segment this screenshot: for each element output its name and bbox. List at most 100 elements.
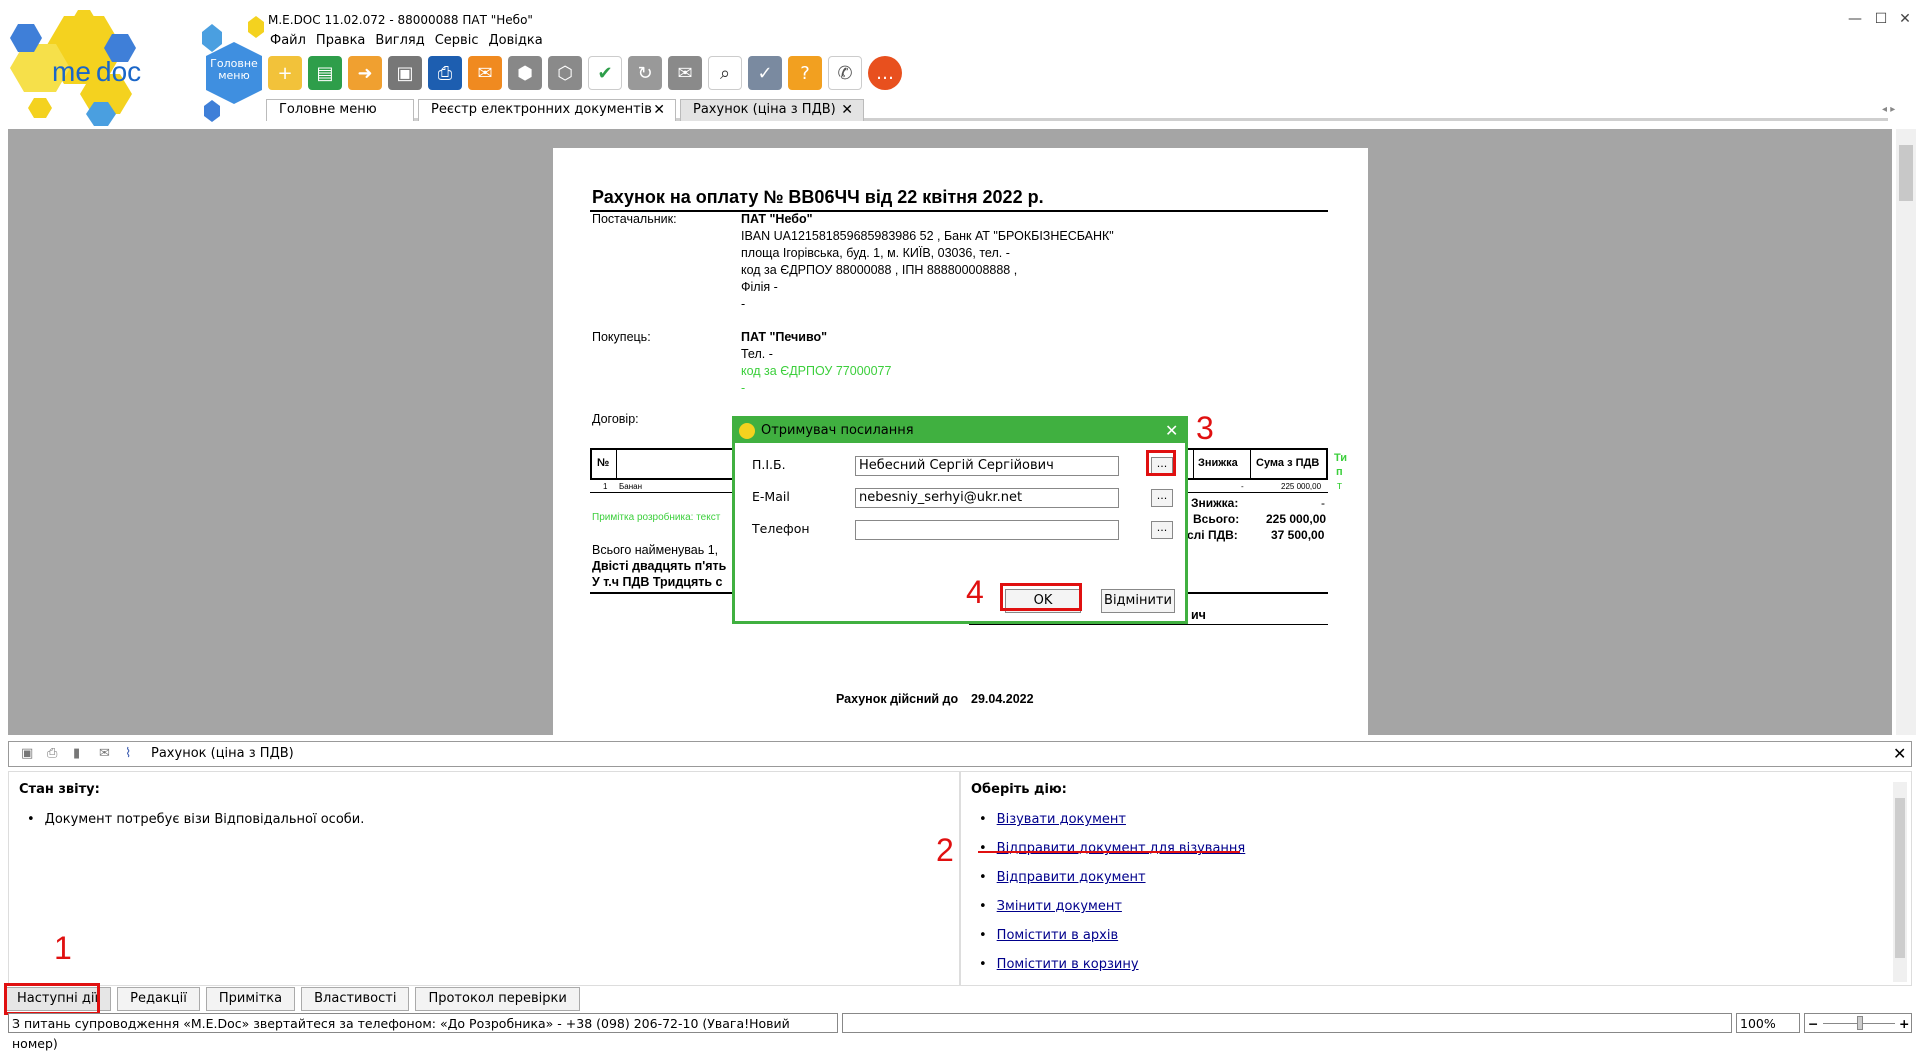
sign-icon[interactable]: ✔	[588, 56, 622, 90]
copy-icon[interactable]: ▤	[308, 56, 342, 90]
panel-print-icon[interactable]: ⎙	[47, 742, 57, 766]
window-title: M.E.DOC 11.02.072 - 88000088 ПАТ "Небо"	[268, 13, 533, 27]
table-row-no: 1	[603, 482, 608, 491]
signature-line	[969, 624, 1328, 625]
tab-main-menu[interactable]: Головне меню	[266, 99, 414, 121]
action-send-for-approval[interactable]: Відправити документ для візування	[997, 841, 1246, 870]
logo-text-doc: doc	[96, 56, 142, 87]
valid-until-date: 29.04.2022	[971, 692, 1034, 706]
dialog-close-icon[interactable]: ✕	[1165, 419, 1178, 443]
security-icon[interactable]: ✓	[748, 56, 782, 90]
tab-scroll-arrows[interactable]: ◂ ▸	[1882, 104, 1895, 115]
find-icon[interactable]: ⬡	[548, 56, 582, 90]
tab-registry[interactable]: Реєстр електронних документів ✕	[418, 99, 676, 121]
panel-export-icon[interactable]: ✉	[99, 742, 110, 766]
name-label: П.І.Б.	[752, 457, 786, 472]
recipient-dialog: Отримувач посилання ✕ П.І.Б. Небесний Се…	[732, 416, 1188, 624]
attachment-icon[interactable]: ⌇	[125, 742, 131, 766]
action-edit[interactable]: Змінити документ	[997, 899, 1122, 928]
action-trash[interactable]: Помістити в корзину	[997, 957, 1139, 986]
menu-edit[interactable]: Правка	[316, 32, 365, 50]
highlight-ok	[1000, 583, 1082, 611]
help-icon[interactable]: ?	[788, 56, 822, 90]
vat-label: слі ПДВ:	[1187, 528, 1238, 542]
main-menu-button[interactable]: Головне меню	[196, 14, 272, 129]
valid-until-label: Рахунок дійсний до	[836, 692, 959, 706]
annotation-1: 1	[54, 930, 72, 966]
tab-note[interactable]: Примітка	[205, 987, 296, 1011]
mail-icon[interactable]: ✉	[668, 56, 702, 90]
buyer-dash: -	[741, 381, 746, 395]
developer-note: Примітка розробника: текст	[592, 512, 721, 523]
supplier-line: IBAN UA121581859685983986 52 , Банк АТ "…	[741, 229, 1114, 243]
action-approve[interactable]: Візувати документ	[997, 812, 1126, 841]
logo-text-me: me	[52, 56, 91, 87]
tab-close-icon[interactable]: ✕	[841, 100, 853, 120]
bullet-icon: •	[979, 841, 987, 856]
archive-icon[interactable]: ▣	[388, 56, 422, 90]
refresh-icon[interactable]: ↻	[628, 56, 662, 90]
name-field[interactable]: Небесний Сергій Сергійович	[855, 456, 1119, 476]
tab-check-log[interactable]: Протокол перевірки	[415, 987, 580, 1011]
export-icon[interactable]: ➜	[348, 56, 382, 90]
document-scrollbar[interactable]	[1896, 129, 1916, 735]
action-archive[interactable]: Помістити в архів	[997, 928, 1118, 957]
status-panel: Стан звіту: • Документ потребує візи Від…	[8, 771, 960, 986]
tab-label: Рахунок (ціна з ПДВ)	[693, 102, 836, 117]
col-divider	[616, 448, 617, 480]
col-divider	[1193, 448, 1194, 480]
panel-save-icon[interactable]: ▮	[73, 742, 80, 766]
zoom-thumb[interactable]	[1857, 1016, 1863, 1030]
bullet-icon: •	[979, 812, 987, 827]
highlight-next-actions	[4, 983, 100, 1015]
tab-label: Головне меню	[279, 102, 377, 117]
tab-invoice[interactable]: Рахунок (ціна з ПДВ) ✕	[680, 99, 864, 121]
email-browse-button[interactable]: ...	[1151, 489, 1173, 507]
actions-scrollbar[interactable]	[1893, 782, 1907, 982]
phone-field[interactable]	[855, 520, 1119, 540]
tab-close-icon[interactable]: ✕	[653, 100, 665, 120]
zoom-minus-button[interactable]: −	[1808, 1014, 1818, 1034]
contract-label: Договір:	[592, 412, 639, 426]
print-icon[interactable]: ⎙	[428, 56, 462, 90]
phone-browse-button[interactable]: ...	[1151, 521, 1173, 539]
panel-header: ▣ ⎙ ▮ ✉ ⌇ Рахунок (ціна з ПДВ) ✕	[8, 741, 1912, 767]
close-window-button[interactable]: ✕	[1890, 10, 1920, 30]
menu-service[interactable]: Сервіс	[435, 32, 479, 50]
menu-file[interactable]: Файл	[270, 32, 306, 50]
bullet-icon: •	[27, 812, 35, 827]
annotation-3: 3	[1196, 410, 1214, 446]
zoom-slider[interactable]: − +	[1804, 1013, 1912, 1033]
table-col-sum: Сума з ПДВ	[1256, 457, 1320, 469]
send-icon[interactable]: ✉	[468, 56, 502, 90]
feedback-icon[interactable]: …	[868, 56, 902, 90]
panel-close-icon[interactable]: ✕	[1893, 742, 1906, 766]
zoom-plus-button[interactable]: +	[1899, 1014, 1909, 1034]
menu-view[interactable]: Вигляд	[375, 32, 424, 50]
bullet-icon: •	[979, 928, 987, 943]
supplier-label: Постачальник:	[592, 212, 677, 226]
new-document-icon[interactable]: +	[268, 56, 302, 90]
side-t: Ти	[1334, 452, 1348, 464]
tab-revisions[interactable]: Редакції	[117, 987, 200, 1011]
chat-icon[interactable]: ✆	[828, 56, 862, 90]
panel-tool-icon[interactable]: ▣	[21, 742, 33, 766]
zoom-level: 100%	[1736, 1013, 1800, 1033]
email-field[interactable]: nebesniy_serhyi@ukr.net	[855, 488, 1119, 508]
menu-help[interactable]: Довідка	[488, 32, 542, 50]
supplier-name: ПАТ "Небо"	[741, 212, 813, 226]
dialog-logo-icon	[739, 423, 755, 439]
supplier-line: код за ЄДРПОУ 88000088 , ІПН 88880000888…	[741, 263, 1018, 277]
app-logo: me doc	[4, 4, 204, 129]
search-icon[interactable]: ⌕	[708, 56, 742, 90]
save-icon[interactable]: ⬢	[508, 56, 542, 90]
email-label: E-Mail	[752, 489, 790, 504]
status-empty	[842, 1013, 1732, 1033]
cancel-button[interactable]: Відмінити	[1101, 589, 1175, 613]
status-item: • Документ потребує візи Відповідальної …	[27, 812, 364, 827]
scroll-thumb[interactable]	[1899, 145, 1913, 201]
total-discount-label: Знижка:	[1191, 496, 1239, 510]
tab-properties[interactable]: Властивості	[301, 987, 410, 1011]
scroll-thumb[interactable]	[1895, 798, 1905, 958]
action-send[interactable]: Відправити документ	[997, 870, 1146, 899]
